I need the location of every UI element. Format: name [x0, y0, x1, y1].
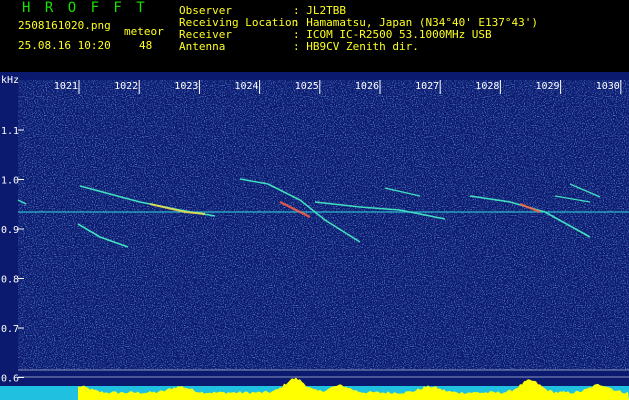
x-tick-label: 1029	[536, 81, 560, 92]
noise-texture	[18, 80, 629, 370]
x-tick-label: 1024	[235, 81, 259, 92]
info-label-antenna: Antenna	[179, 40, 226, 53]
x-tick-label: 1030	[596, 81, 620, 92]
y-tick-label: 0.6	[1, 374, 19, 385]
x-tick-label: 1028	[475, 81, 499, 92]
x-tick-label: 1025	[295, 81, 319, 92]
filename: 2508161020.png	[18, 19, 111, 32]
datetime: 25.08.16 10:20	[18, 39, 111, 52]
x-tick-label: 1026	[355, 81, 379, 92]
spectrogram-plot: 1.1 1.0 0.9 0.8 0.7 0.6 kHz 1021 1022 1023 1024 102…	[0, 72, 629, 400]
y-tick-label: 1.0	[1, 176, 19, 187]
x-tick-label: 1021	[54, 81, 78, 92]
y-tick-label: 1.1	[1, 126, 19, 137]
y-unit-label: kHz	[1, 75, 19, 86]
spectrogram-svg: 1.1 1.0 0.9 0.8 0.7 0.6 kHz 1021 1022 1023 1024 102…	[0, 72, 629, 400]
x-tick-label: 1027	[415, 81, 439, 92]
y-tick-label: 0.8	[1, 275, 19, 286]
meteor-label: meteor	[124, 25, 164, 38]
meteor-count: 48	[139, 39, 153, 52]
app-title: H R O F F T	[22, 0, 148, 16]
x-tick-label: 1022	[114, 81, 138, 92]
x-tick-label: 1023	[174, 81, 198, 92]
header-panel: H R O F F T 2508161020.png meteor 25.08.…	[0, 0, 629, 72]
y-tick-label: 0.7	[1, 324, 19, 335]
y-tick-label: 0.9	[1, 225, 19, 236]
info-value-antenna: : HB9CV Zenith dir.	[293, 40, 419, 53]
